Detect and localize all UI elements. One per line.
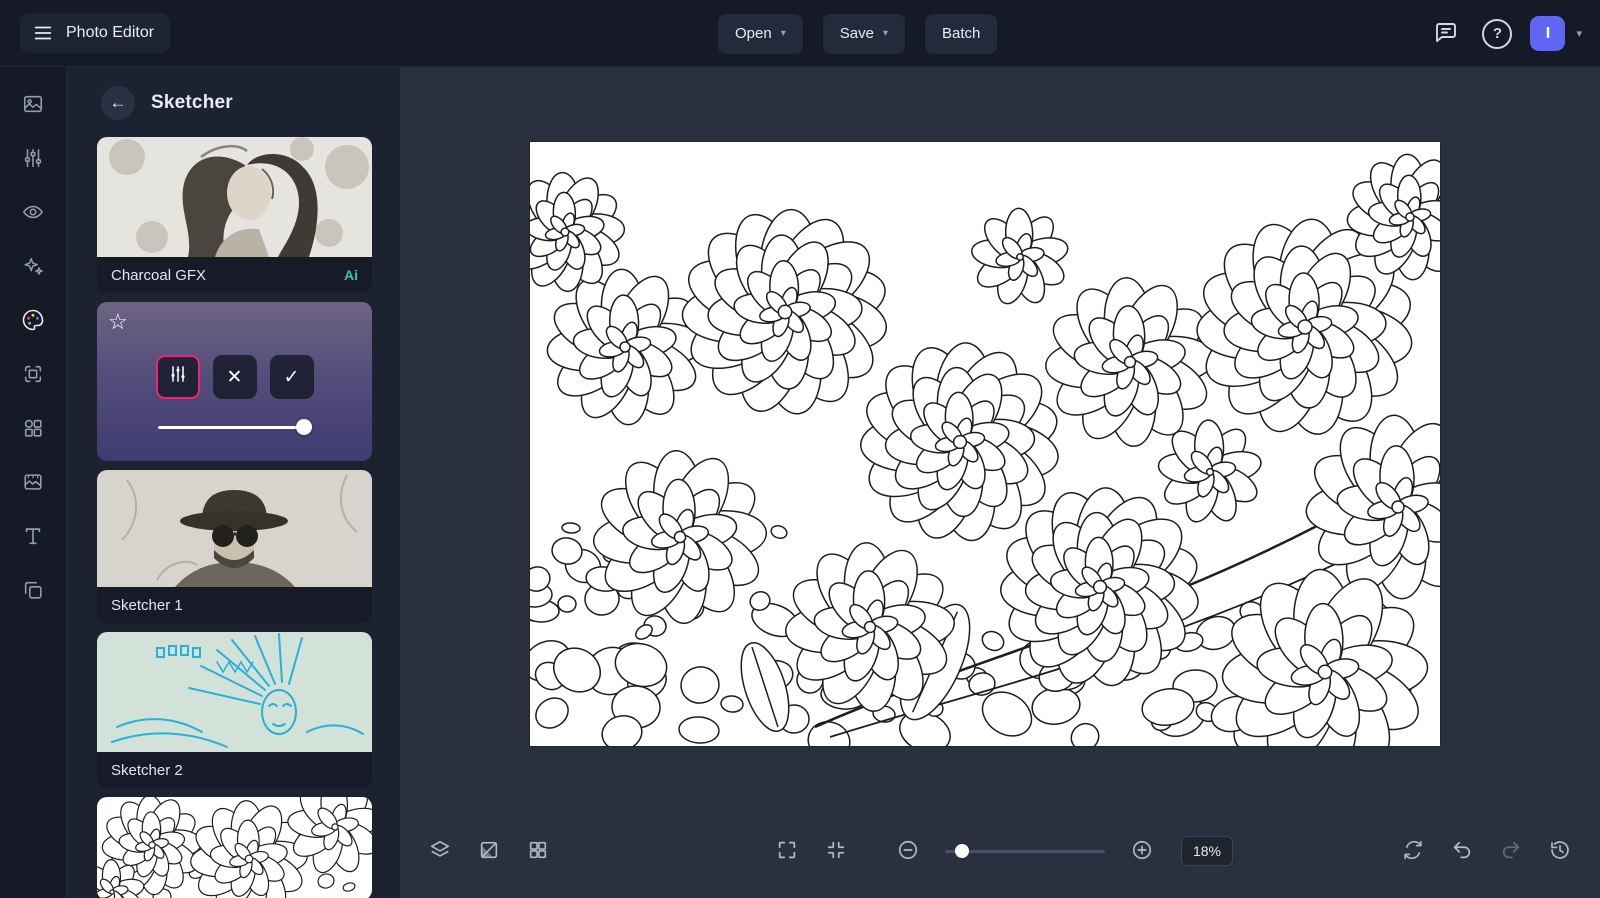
image-icon bbox=[22, 93, 44, 115]
filter-settings-button[interactable] bbox=[155, 355, 200, 399]
history-button[interactable] bbox=[1540, 831, 1580, 871]
help-button[interactable]: ? bbox=[1479, 16, 1515, 52]
fit-screen-button[interactable] bbox=[816, 831, 856, 871]
grid-view-button[interactable] bbox=[518, 831, 558, 871]
palette-icon bbox=[21, 308, 45, 332]
filter-thumbnail bbox=[97, 137, 372, 257]
zoom-out-button[interactable] bbox=[888, 831, 928, 871]
sliders-icon bbox=[168, 364, 188, 390]
layers-icon bbox=[429, 839, 451, 864]
compare-icon bbox=[478, 839, 500, 864]
rail-item-overlays[interactable] bbox=[13, 462, 53, 502]
chevron-down-icon[interactable]: ▾ bbox=[1576, 27, 1582, 40]
ai-badge: Ai bbox=[344, 267, 358, 283]
redo-button[interactable] bbox=[1491, 831, 1531, 871]
rail-item-image[interactable] bbox=[13, 84, 53, 124]
rail-item-filters[interactable] bbox=[13, 300, 53, 340]
rail-item-adjust[interactable] bbox=[13, 138, 53, 178]
undo-button[interactable] bbox=[1442, 831, 1482, 871]
chevron-down-icon: ▾ bbox=[780, 27, 786, 39]
apply-filter-button[interactable]: ✓ bbox=[269, 355, 314, 399]
rail-item-frames[interactable] bbox=[13, 354, 53, 394]
stage-image[interactable] bbox=[530, 142, 1440, 746]
fullscreen-icon bbox=[776, 839, 798, 864]
check-icon: ✓ bbox=[283, 366, 300, 388]
fullscreen-button[interactable] bbox=[767, 831, 807, 871]
rotate-icon bbox=[1402, 839, 1424, 864]
canvas-area: 18% bbox=[400, 67, 1600, 898]
zoom-slider-knob[interactable] bbox=[955, 844, 969, 858]
active-filter-card[interactable]: ☆ ✕ ✓ bbox=[97, 302, 372, 461]
avatar[interactable]: I bbox=[1530, 16, 1566, 51]
undo-icon bbox=[1451, 839, 1473, 864]
intensity-slider[interactable] bbox=[158, 419, 312, 435]
eye-icon bbox=[22, 201, 44, 223]
overlay-icon bbox=[22, 471, 44, 493]
close-icon: ✕ bbox=[226, 366, 243, 388]
back-button[interactable]: ← bbox=[101, 86, 135, 120]
feedback-button[interactable] bbox=[1428, 16, 1464, 52]
sparkles-icon bbox=[22, 255, 44, 277]
filter-name: Charcoal GFX bbox=[111, 266, 207, 284]
panel-title: Sketcher bbox=[151, 92, 233, 113]
back-arrow-icon: ← bbox=[109, 93, 127, 112]
zoom-out-icon bbox=[897, 839, 919, 864]
layers-button[interactable] bbox=[420, 831, 460, 871]
redo-icon bbox=[1500, 839, 1522, 864]
rail-item-effects[interactable] bbox=[13, 246, 53, 286]
top-bar: Photo Editor Open ▾ Save ▾ Batch ? I ▾ bbox=[0, 0, 1600, 67]
slider-track[interactable] bbox=[158, 426, 312, 429]
filters-panel: ← Sketcher Charcoal GFX Ai ☆ ✕ ✓ Sketche… bbox=[67, 67, 400, 898]
rail-item-shapes[interactable] bbox=[13, 408, 53, 448]
fit-screen-icon bbox=[825, 839, 847, 864]
filter-name: Sketcher 2 bbox=[111, 761, 183, 779]
favorite-star-icon[interactable]: ☆ bbox=[108, 311, 128, 333]
frame-icon bbox=[22, 363, 44, 385]
filter-card-partial[interactable] bbox=[97, 797, 372, 898]
save-button[interactable]: Save ▾ bbox=[822, 13, 905, 54]
feedback-icon bbox=[1434, 20, 1458, 47]
filter-card-charcoal[interactable]: Charcoal GFX Ai bbox=[97, 137, 372, 293]
layers-copy-icon bbox=[22, 579, 44, 601]
hamburger-icon bbox=[32, 22, 54, 44]
cancel-filter-button[interactable]: ✕ bbox=[212, 355, 257, 399]
compare-button[interactable] bbox=[469, 831, 509, 871]
tool-rail bbox=[0, 67, 67, 898]
topbar-right: ? I ▾ bbox=[1428, 0, 1582, 67]
filter-thumbnail bbox=[97, 797, 372, 898]
history-icon bbox=[1549, 839, 1571, 864]
grid-icon bbox=[527, 839, 549, 864]
zoom-value[interactable]: 18% bbox=[1181, 836, 1233, 866]
rail-item-text[interactable] bbox=[13, 516, 53, 556]
bottom-toolbar: 18% bbox=[400, 830, 1600, 872]
app-title: Photo Editor bbox=[66, 24, 155, 41]
rotate-button[interactable] bbox=[1393, 831, 1433, 871]
adjustments-icon bbox=[22, 147, 44, 169]
rail-item-preview[interactable] bbox=[13, 192, 53, 232]
batch-button[interactable]: Batch bbox=[924, 13, 998, 54]
chevron-down-icon: ▾ bbox=[882, 27, 888, 39]
text-icon bbox=[22, 525, 44, 547]
zoom-in-button[interactable] bbox=[1122, 831, 1162, 871]
rail-item-duplicate[interactable] bbox=[13, 570, 53, 610]
zoom-slider[interactable] bbox=[945, 843, 1105, 859]
app-menu-button[interactable]: Photo Editor bbox=[20, 13, 171, 53]
filter-name: Sketcher 1 bbox=[111, 596, 183, 614]
help-icon: ? bbox=[1482, 18, 1513, 49]
slider-knob[interactable] bbox=[296, 419, 312, 435]
zoom-slider-track[interactable] bbox=[945, 850, 1105, 853]
filter-card-sketcher1[interactable]: Sketcher 1 bbox=[97, 470, 372, 623]
shapes-icon bbox=[22, 417, 44, 439]
filter-card-sketcher2[interactable]: Sketcher 2 bbox=[97, 632, 372, 788]
filter-thumbnail bbox=[97, 470, 372, 587]
zoom-in-icon bbox=[1131, 839, 1153, 864]
open-button[interactable]: Open ▾ bbox=[718, 13, 803, 54]
file-actions: Open ▾ Save ▾ Batch bbox=[718, 0, 998, 67]
filter-thumbnail bbox=[97, 632, 372, 752]
